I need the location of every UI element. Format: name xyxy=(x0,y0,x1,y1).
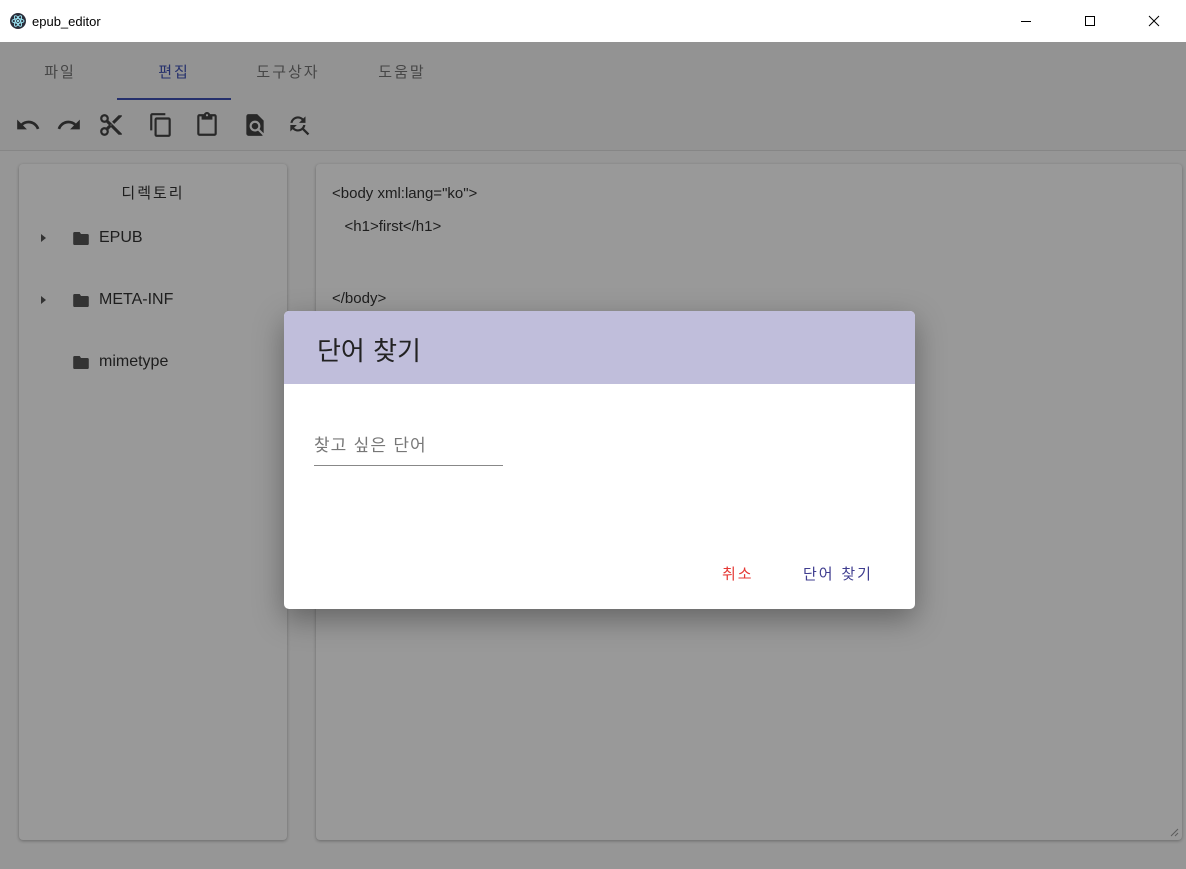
dialog-header: 단어 찾기 xyxy=(284,311,915,384)
title-bar: epub_editor xyxy=(0,0,1186,42)
maximize-icon xyxy=(1085,16,1095,26)
window-controls xyxy=(994,0,1186,42)
maximize-button[interactable] xyxy=(1058,0,1122,42)
close-icon xyxy=(1148,15,1160,27)
find-word-dialog: 단어 찾기 취소 단어 찾기 xyxy=(284,311,915,609)
find-word-input[interactable] xyxy=(314,431,503,461)
find-word-field xyxy=(314,431,503,466)
electron-logo-icon xyxy=(10,13,26,29)
dialog-title: 단어 찾기 xyxy=(317,337,421,367)
minimize-icon xyxy=(1021,21,1031,22)
minimize-button[interactable] xyxy=(994,0,1058,42)
window-title: epub_editor xyxy=(32,13,101,29)
cancel-button[interactable]: 취소 xyxy=(722,563,754,584)
find-word-button[interactable]: 단어 찾기 xyxy=(803,563,873,584)
close-button[interactable] xyxy=(1122,0,1186,42)
